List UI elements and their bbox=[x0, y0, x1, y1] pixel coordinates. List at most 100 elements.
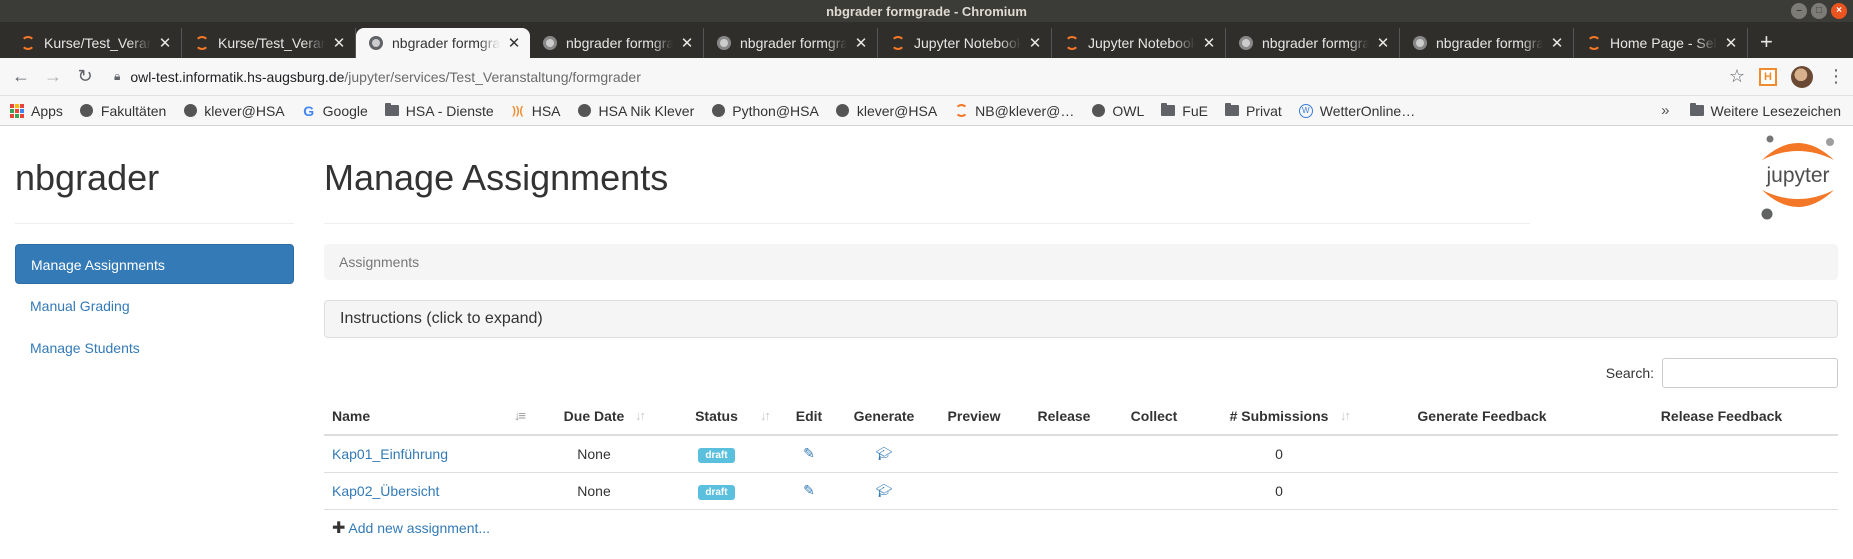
jupyter-logo: jupyter bbox=[1761, 135, 1834, 220]
cell-name: Kap01_Einführung bbox=[324, 435, 534, 473]
reload-icon[interactable]: ↻ bbox=[72, 66, 98, 87]
column-header-label: Due Date bbox=[563, 408, 625, 424]
pencil-icon[interactable]: ✎ bbox=[803, 445, 815, 461]
close-tab-icon[interactable]: ✕ bbox=[506, 34, 522, 52]
table-row: Kap01_Einführung None draft ✎ 🎓︎ 0 bbox=[324, 435, 1838, 473]
bookmark-label: Fakultäten bbox=[100, 102, 167, 119]
close-tab-icon[interactable]: ✕ bbox=[1723, 34, 1739, 52]
globe-icon bbox=[578, 104, 592, 118]
tab-title: Jupyter Notebook bbox=[914, 35, 1021, 51]
bookmark-item[interactable]: W WetterOnline… bbox=[1298, 103, 1415, 119]
close-tab-icon[interactable]: ✕ bbox=[1375, 34, 1391, 52]
browser-tab[interactable]: Kurse/Test_Veranstaltung ✕ bbox=[182, 28, 356, 58]
kebab-menu-icon[interactable]: ⋮ bbox=[1827, 66, 1845, 87]
table-row: Kap02_Übersicht None draft ✎ 🎓︎ 0 bbox=[324, 472, 1838, 510]
bookmark-label: Weitere Lesezeichen bbox=[1710, 102, 1841, 119]
column-header-label: Preview bbox=[947, 408, 1001, 424]
bookmark-item[interactable]: HSA Nik Klever bbox=[578, 103, 694, 119]
bookmark-item[interactable]: ))(HSA bbox=[511, 103, 560, 119]
column-header-collect: Collect bbox=[1109, 398, 1199, 436]
cell-release-feedback bbox=[1605, 472, 1838, 510]
sidebar-item-manage-assignments[interactable]: Manage Assignments bbox=[15, 244, 294, 284]
folder-icon bbox=[1689, 103, 1704, 118]
bookmark-apps[interactable]: Apps bbox=[10, 103, 63, 119]
sort-icon[interactable]: ↓↑ bbox=[760, 408, 771, 423]
cell-release bbox=[1019, 435, 1109, 473]
bookmark-item[interactable]: G Google bbox=[302, 103, 368, 119]
brand-title: nbgrader bbox=[15, 126, 294, 224]
assignment-link[interactable]: Kap02_Übersicht bbox=[332, 483, 439, 499]
bookmark-label: Privat bbox=[1245, 102, 1282, 119]
jupyter-icon bbox=[1586, 35, 1602, 51]
column-header-release: Release bbox=[1019, 398, 1109, 436]
browser-tab[interactable]: Kurse/Test_Veranstaltung ✕ bbox=[8, 28, 182, 58]
bookmark-label: Python@HSA bbox=[732, 102, 819, 119]
browser-tab[interactable]: nbgrader formgrade ✕ bbox=[1226, 28, 1400, 58]
browser-tab[interactable]: Jupyter Notebook ✕ bbox=[1052, 28, 1226, 58]
column-header-due-date[interactable]: Due Date ↓↑ bbox=[534, 398, 654, 436]
bookmark-item[interactable]: Fakultäten bbox=[80, 103, 166, 119]
graduation-cap-icon[interactable]: 🎓︎ bbox=[876, 446, 893, 461]
new-tab-button[interactable]: + bbox=[1748, 28, 1785, 58]
assignment-link[interactable]: Kap01_Einführung bbox=[332, 446, 448, 462]
jupyter-icon bbox=[954, 104, 968, 118]
browser-tab[interactable]: nbgrader formgrade ✕ bbox=[530, 28, 704, 58]
sort-icon[interactable]: ↓↑ bbox=[635, 408, 646, 423]
sidebar: nbgrader Manage Assignments Manual Gradi… bbox=[15, 126, 294, 370]
instructions-panel[interactable]: Instructions (click to expand) bbox=[324, 300, 1838, 338]
lock-icon[interactable]: 🔒︎ bbox=[114, 69, 120, 84]
close-tab-icon[interactable]: ✕ bbox=[1549, 34, 1565, 52]
address-bar[interactable]: 🔒︎ owl-test.informatik.hs-augsburg.de/ju… bbox=[104, 62, 1719, 92]
column-header-name[interactable]: Name ↓≡ bbox=[324, 398, 534, 436]
close-tab-icon[interactable]: ✕ bbox=[679, 34, 695, 52]
search-label: Search: bbox=[1605, 365, 1654, 381]
graduation-cap-icon[interactable]: 🎓︎ bbox=[876, 483, 893, 498]
sort-asc-icon[interactable]: ↓≡ bbox=[514, 408, 526, 423]
minimize-button[interactable]: – bbox=[1791, 3, 1807, 19]
tab-title: nbgrader formgrade bbox=[1262, 35, 1369, 51]
close-tab-icon[interactable]: ✕ bbox=[1201, 34, 1217, 52]
pencil-icon[interactable]: ✎ bbox=[803, 482, 815, 498]
bookmark-star-icon[interactable]: ☆ bbox=[1729, 66, 1745, 87]
bookmarks-overflow-button[interactable]: » bbox=[1661, 102, 1669, 119]
profile-avatar[interactable] bbox=[1791, 65, 1813, 88]
bookmark-item[interactable]: Python@HSA bbox=[711, 103, 819, 119]
browser-tab[interactable]: nbgrader formgrade ✕ bbox=[1400, 28, 1574, 58]
column-header-submissions[interactable]: # Submissions ↓↑ bbox=[1199, 398, 1359, 436]
close-tab-icon[interactable]: ✕ bbox=[1027, 34, 1043, 52]
extension-icon[interactable]: H bbox=[1759, 67, 1777, 86]
bookmark-item[interactable]: klever@HSA bbox=[836, 103, 937, 119]
add-assignment-link[interactable]: Add new assignment... bbox=[348, 520, 490, 536]
cell-generate: 🎓︎ bbox=[839, 472, 929, 510]
browser-tab[interactable]: nbgrader formgrade ✕ bbox=[704, 28, 878, 58]
bookmark-item[interactable]: NB@klever@… bbox=[954, 103, 1074, 119]
globe-icon bbox=[1238, 35, 1254, 51]
browser-tab[interactable]: Jupyter Notebook ✕ bbox=[878, 28, 1052, 58]
sidebar-item-manage-students[interactable]: Manage Students bbox=[15, 328, 294, 368]
maximize-button[interactable]: □ bbox=[1811, 3, 1827, 19]
column-header-status[interactable]: Status ↓↑ bbox=[654, 398, 779, 436]
close-window-button[interactable]: × bbox=[1831, 3, 1847, 19]
browser-tab[interactable]: Home Page - Select or create a notebook … bbox=[1574, 28, 1748, 58]
globe-icon bbox=[1091, 104, 1105, 118]
bookmark-folder[interactable]: Privat bbox=[1224, 102, 1282, 119]
search-input[interactable] bbox=[1662, 358, 1838, 388]
sort-icon[interactable]: ↓↑ bbox=[1340, 408, 1351, 423]
bookmark-item[interactable]: OWL bbox=[1091, 103, 1144, 119]
cell-preview bbox=[929, 472, 1019, 510]
close-tab-icon[interactable]: ✕ bbox=[157, 34, 173, 52]
column-header-label: Generate bbox=[853, 408, 915, 424]
tab-title: nbgrader formgrade bbox=[1436, 35, 1543, 51]
bookmark-folder[interactable]: FuE bbox=[1161, 103, 1208, 119]
close-tab-icon[interactable]: ✕ bbox=[331, 34, 347, 52]
bookmark-item[interactable]: klever@HSA bbox=[183, 103, 285, 119]
browser-tab-active[interactable]: nbgrader formgrade ✕ bbox=[356, 28, 530, 58]
bookmark-folder[interactable]: HSA - Dienste bbox=[384, 103, 494, 119]
close-tab-icon[interactable]: ✕ bbox=[853, 34, 869, 52]
forward-arrow-icon[interactable]: → bbox=[40, 66, 66, 87]
other-bookmarks-folder[interactable]: Weitere Lesezeichen bbox=[1689, 102, 1841, 119]
cell-status: draft bbox=[654, 435, 779, 473]
page-title: Manage Assignments bbox=[324, 126, 1530, 224]
back-arrow-icon[interactable]: ← bbox=[8, 66, 34, 87]
sidebar-item-manual-grading[interactable]: Manual Grading bbox=[15, 286, 294, 326]
